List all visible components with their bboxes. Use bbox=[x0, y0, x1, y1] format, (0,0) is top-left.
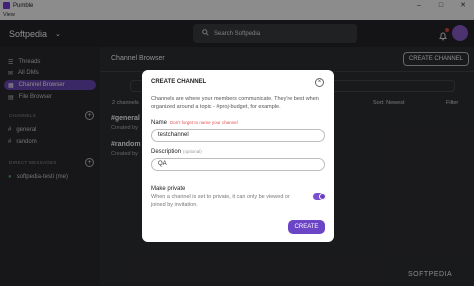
make-private-description: When a channel is set to private, it can… bbox=[151, 194, 290, 208]
name-label-text: Name bbox=[151, 120, 168, 126]
optional-tag: (optional) bbox=[183, 149, 202, 154]
create-channel-dialog: CREATE CHANNEL × Channels are where your… bbox=[142, 70, 334, 242]
name-label: Name Don't forget to name your channel bbox=[151, 120, 238, 126]
watermark: SOFTPEDIA bbox=[408, 271, 453, 278]
description-label-text: Description bbox=[151, 149, 182, 155]
toggle-knob bbox=[319, 193, 326, 200]
description-label: Description (optional) bbox=[151, 149, 202, 155]
dialog-description: Channels are where your members communic… bbox=[151, 96, 319, 110]
make-private-label: Make private bbox=[151, 186, 186, 192]
name-hint: Don't forget to name your channel bbox=[170, 120, 238, 125]
create-button[interactable]: CREATE bbox=[288, 220, 325, 234]
channel-name-field[interactable]: testchannel bbox=[151, 129, 325, 142]
close-icon[interactable]: × bbox=[315, 78, 324, 87]
dialog-title: CREATE CHANNEL bbox=[151, 79, 207, 85]
channel-description-field[interactable]: QA bbox=[151, 158, 325, 171]
private-toggle[interactable] bbox=[313, 193, 326, 200]
